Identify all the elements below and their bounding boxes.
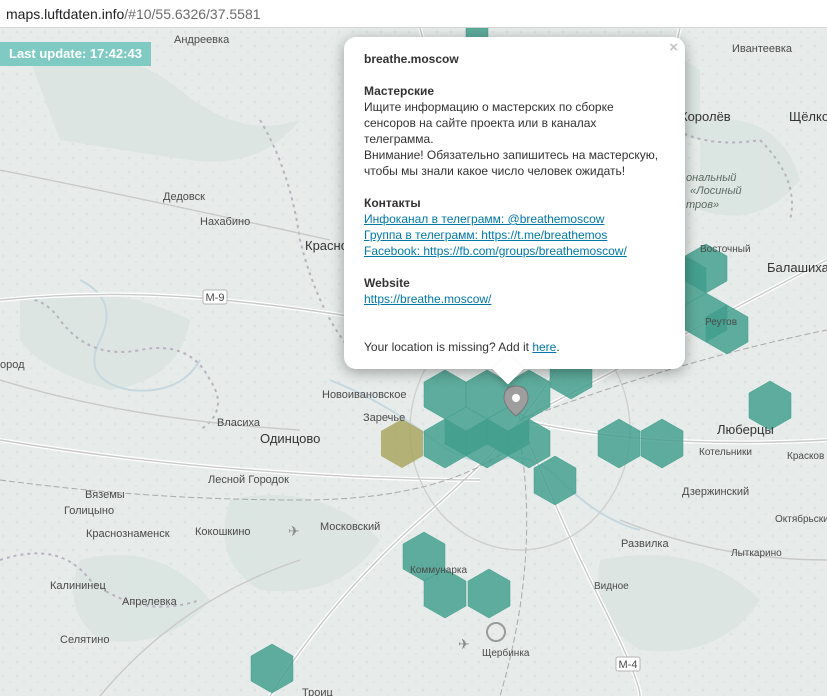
- svg-text:Вяземы: Вяземы: [85, 489, 125, 501]
- telegram-channel-link[interactable]: Инфоканал в телеграмм: @breathemoscow: [364, 211, 665, 227]
- svg-text:Дедовск: Дедовск: [163, 191, 205, 203]
- url-text: maps.luftdaten.info/#10/55.6326/37.5581: [6, 6, 261, 22]
- workshops-line: чтобы мы знали какое число человек ожида…: [364, 164, 626, 178]
- website-heading: Website: [364, 276, 410, 290]
- svg-text:Королёв: Королёв: [680, 109, 731, 124]
- svg-text:Кокошкино: Кокошкино: [195, 526, 251, 538]
- workshops-heading: Мастерские: [364, 84, 435, 98]
- svg-text:Лесной Городок: Лесной Городок: [208, 474, 289, 486]
- contacts-heading: Контакты: [364, 196, 421, 210]
- svg-text:ональный: ональный: [686, 172, 736, 184]
- svg-text:Развилка: Развилка: [621, 538, 669, 550]
- svg-text:Нахабино: Нахабино: [200, 216, 250, 228]
- svg-text:Новоивановское: Новоивановское: [322, 389, 406, 401]
- close-icon[interactable]: ×: [669, 40, 678, 56]
- workshops-line: Ищите информацию о мастерских по сборке: [364, 100, 614, 114]
- workshops-line: Внимание! Обязательно запишитесь на маст…: [364, 148, 659, 162]
- add-location-link[interactable]: here: [532, 340, 556, 354]
- svg-text:Лыткарино: Лыткарино: [731, 548, 782, 559]
- svg-text:Андреевка: Андреевка: [174, 34, 230, 46]
- svg-text:Московский: Московский: [320, 521, 380, 533]
- svg-text:Видное: Видное: [594, 581, 629, 592]
- svg-text:тров»: тров»: [686, 199, 719, 211]
- telegram-group-link[interactable]: Группа в телеграмм: https://t.me/breathe…: [364, 227, 665, 243]
- workshops-line: телеграмма.: [364, 132, 434, 146]
- svg-text:Власиха: Власиха: [217, 417, 261, 429]
- popup-title: breathe.moscow: [364, 52, 459, 66]
- svg-text:Коммунарка: Коммунарка: [410, 565, 467, 576]
- svg-text:Дзержинский: Дзержинский: [682, 486, 749, 498]
- svg-text:Красно: Красно: [305, 238, 348, 253]
- svg-text:M-9: M-9: [206, 292, 225, 304]
- svg-text:M-4: M-4: [619, 659, 638, 671]
- facebook-link[interactable]: Facebook: https://fb.com/groups/breathem…: [364, 243, 665, 259]
- workshops-line: сенсоров на сайте проекта или в каналах: [364, 116, 597, 130]
- airport-icon-vnukovo: ✈: [288, 524, 300, 540]
- website-link[interactable]: https://breathe.moscow/: [364, 291, 665, 307]
- svg-text:Восточный: Восточный: [700, 244, 751, 255]
- svg-text:Октябрьский: Октябрьский: [775, 513, 827, 525]
- svg-text:Реутов: Реутов: [705, 317, 737, 328]
- svg-text:Щёлко: Щёлко: [789, 109, 827, 124]
- svg-text:Балашиха: Балашиха: [767, 260, 827, 275]
- svg-text:Ивантеевка: Ивантеевка: [732, 43, 793, 55]
- svg-text:Апрелевка: Апрелевка: [122, 596, 178, 608]
- svg-text:Краснознаменск: Краснознаменск: [86, 528, 170, 540]
- svg-text:Селятино: Селятино: [60, 634, 109, 646]
- place-label-partial: ород: [0, 359, 25, 371]
- svg-text:«Лосиный: «Лосиный: [690, 185, 742, 197]
- info-popup: × breathe.moscow Мастерские Ищите информ…: [344, 37, 685, 385]
- svg-text:Красков: Красков: [787, 451, 824, 462]
- missing-location-text: Your location is missing? Add it here.: [364, 340, 560, 354]
- airport-icon-ostafyevo: ✈: [458, 637, 470, 653]
- svg-text:Котельники: Котельники: [699, 447, 752, 458]
- svg-text:Троиц: Троиц: [302, 687, 333, 696]
- address-bar[interactable]: maps.luftdaten.info/#10/55.6326/37.5581: [0, 0, 827, 28]
- svg-text:Люберцы: Люберцы: [717, 422, 774, 437]
- svg-text:Голицыно: Голицыно: [64, 505, 114, 517]
- svg-text:Заречье: Заречье: [363, 412, 405, 424]
- svg-text:Щербинка: Щербинка: [482, 647, 530, 659]
- last-update-badge: Last update: 17:42:43: [0, 42, 151, 66]
- svg-text:Одинцово: Одинцово: [260, 431, 320, 446]
- svg-text:Калининец: Калининец: [50, 580, 107, 592]
